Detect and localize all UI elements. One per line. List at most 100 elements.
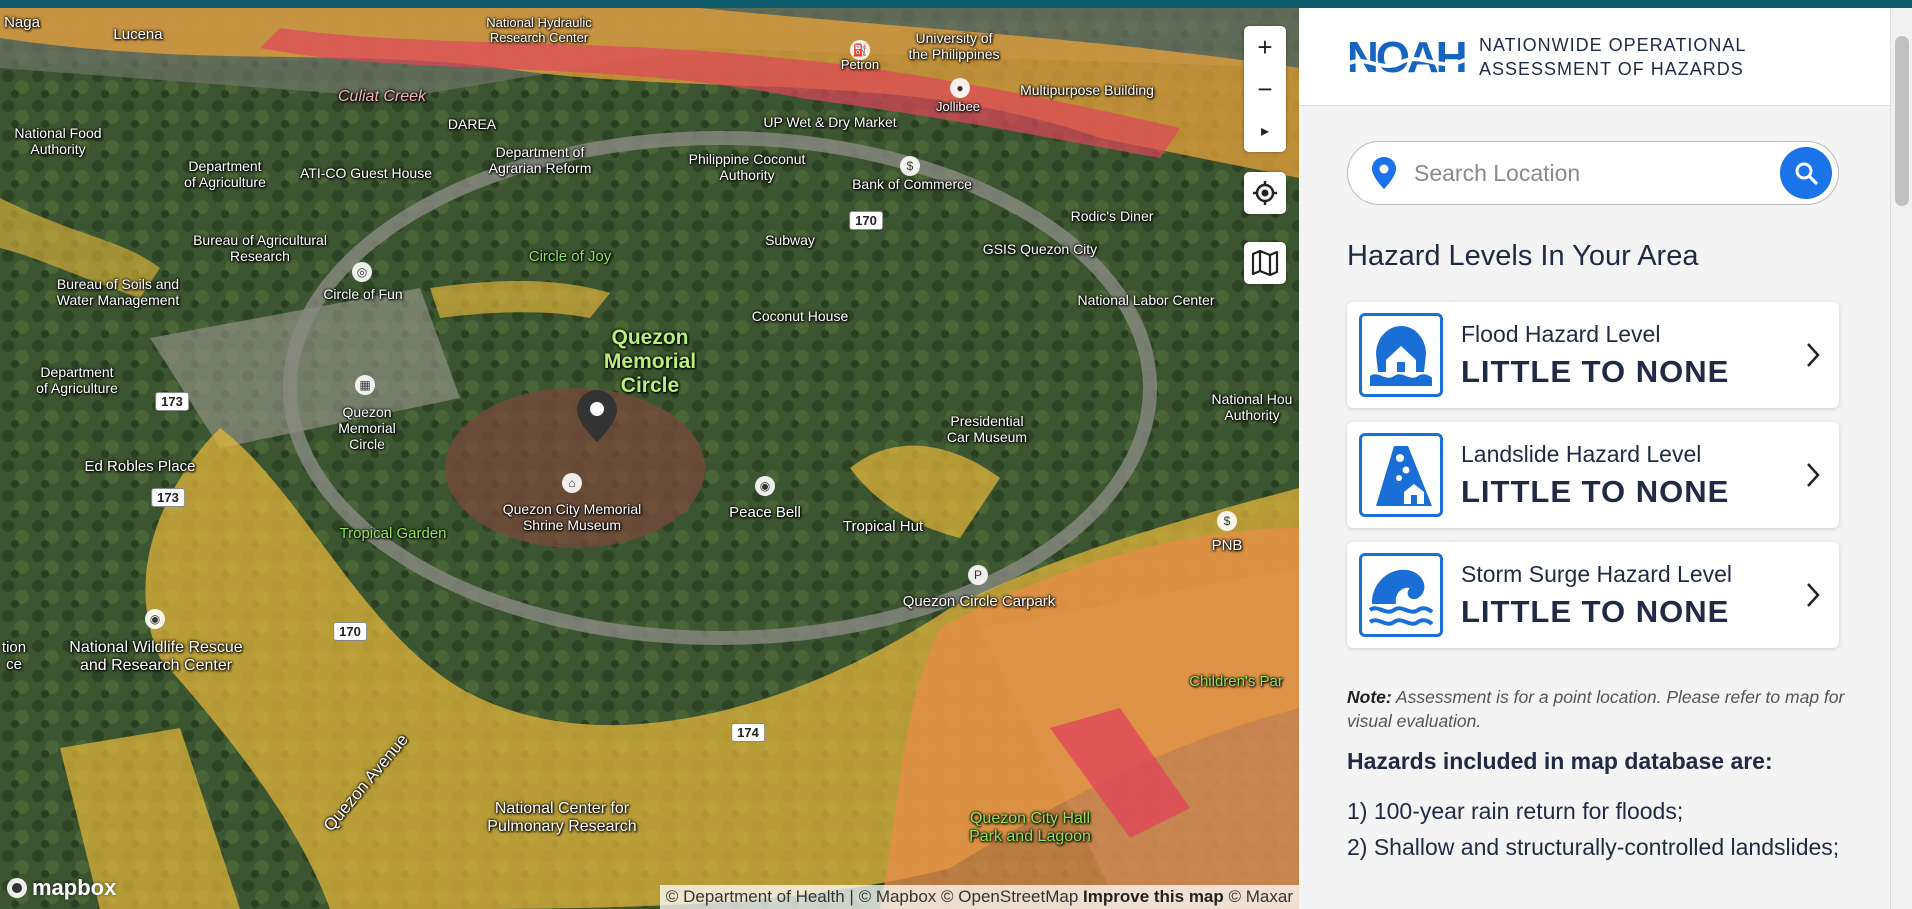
map-label: National Labor Center <box>1077 292 1215 308</box>
app-title-line2: ASSESSMENT OF HAZARDS <box>1479 58 1744 79</box>
basemap-button[interactable] <box>1244 242 1286 284</box>
noah-logo[interactable]: NOAH <box>1347 34 1465 80</box>
fuel-icon: ⛽ <box>850 40 870 60</box>
bank-icon: $ <box>1217 511 1237 531</box>
hazards-database-title: Hazards included in map database are: <box>1347 748 1773 774</box>
map-label: National Wildlife Rescue and Research Ce… <box>69 639 243 675</box>
camera-icon: ◉ <box>145 609 165 629</box>
map-label: National Hou Authority <box>1211 391 1293 424</box>
map-icon <box>1251 250 1279 276</box>
top-accent-bar <box>0 0 1912 8</box>
list-item: 1) 100-year rain return for floods; <box>1347 798 1684 824</box>
storm-surge-icon <box>1359 553 1443 637</box>
note-label: Note: <box>1347 687 1392 707</box>
compass-button[interactable]: ▸ <box>1244 110 1286 152</box>
map-label: Bureau of Soils and Water Management <box>56 276 180 309</box>
crosshair-icon <box>1253 181 1277 205</box>
map-label: Ed Robles Place <box>84 458 196 475</box>
road-shield: 174 <box>731 723 765 742</box>
bank-icon: $ <box>900 156 920 176</box>
hazard-map[interactable]: Naga Lucena National Hydraulic Research … <box>0 8 1299 909</box>
app-title: NATIONWIDE OPERATIONAL ASSESSMENT OF HAZ… <box>1479 33 1746 81</box>
map-attribution: © Department of Health | © Mapbox © Open… <box>659 885 1299 909</box>
landslide-hazard-card[interactable]: Landslide Hazard Level LITTLE TO NONE <box>1347 422 1839 528</box>
mapbox-logo[interactable]: mapbox <box>6 875 116 901</box>
road-shield: 173 <box>151 488 185 507</box>
flood-hazard-card[interactable]: Flood Hazard Level LITTLE TO NONE <box>1347 302 1839 408</box>
map-label: Department of Agriculture <box>184 158 266 191</box>
chevron-right-icon <box>1807 343 1820 367</box>
assessment-note: Note: Assessment is for a point location… <box>1347 685 1847 733</box>
map-label: Subway <box>765 232 815 248</box>
road-shield: 170 <box>333 622 367 641</box>
hazard-name: Storm Surge Hazard Level <box>1461 560 1733 587</box>
attribution-maxar[interactable]: © Maxar <box>1224 887 1294 906</box>
map-label: University of the Philippines <box>908 30 1000 63</box>
museum-icon: ⌂ <box>562 473 582 493</box>
search-icon <box>1795 162 1818 185</box>
zoom-controls: + − ▸ <box>1244 26 1286 152</box>
hazard-name: Landslide Hazard Level <box>1461 440 1702 467</box>
landmark-icon: ◎ <box>352 262 372 282</box>
map-label: Circle of Joy <box>528 248 612 265</box>
map-label: tion ce <box>1 639 27 674</box>
flood-icon <box>1359 313 1443 397</box>
map-label: Quezon City Memorial Shrine Museum <box>502 501 642 534</box>
location-marker-icon[interactable] <box>577 390 617 442</box>
train-icon: ▦ <box>355 375 375 395</box>
map-label: Bank of Commerce <box>852 176 972 192</box>
map-label: Tropical Hut <box>842 518 924 535</box>
search-bar: Search Location <box>1347 141 1839 205</box>
map-label: Philippine Coconut Authority <box>688 151 806 184</box>
map-label: Multipurpose Building <box>1020 82 1154 98</box>
list-item: 2) Shallow and structurally-controlled l… <box>1347 834 1840 860</box>
search-input[interactable]: Search Location <box>1414 160 1780 187</box>
map-label: Quezon Circle Carpark <box>902 593 1056 610</box>
hazard-name: Flood Hazard Level <box>1461 320 1661 347</box>
map-label: ATI-CO Guest House <box>299 165 433 181</box>
side-panel: NOAH NATIONWIDE OPERATIONAL ASSESSMENT O… <box>1299 8 1912 909</box>
road-shield: 170 <box>849 211 883 230</box>
chevron-right-icon <box>1807 463 1820 487</box>
hazards-database-list: 1) 100-year rain return for floods; 2) S… <box>1347 793 1847 865</box>
map-label: Naga <box>4 14 40 31</box>
map-label: Circle of Fun <box>323 286 403 302</box>
panel-scrollbar[interactable] <box>1890 8 1912 909</box>
map-label: DAREA <box>447 116 497 132</box>
hazard-levels-heading: Hazard Levels In Your Area <box>1347 240 1699 272</box>
zoom-out-button[interactable]: − <box>1244 68 1286 110</box>
attribution-text[interactable]: © Department of Health | © Mapbox © Open… <box>666 887 1083 906</box>
map-label: Department of Agriculture <box>36 364 118 397</box>
map-label: Rodic's Diner <box>1070 208 1154 224</box>
map-label: Quezon Memorial Circle <box>338 404 396 453</box>
basemap-control <box>1244 242 1286 284</box>
map-label: Culiat Creek <box>337 88 427 105</box>
geolocate-button[interactable] <box>1244 172 1286 214</box>
geolocate-control <box>1244 172 1286 214</box>
map-label: National Food Authority <box>14 125 102 158</box>
landslide-icon <box>1359 433 1443 517</box>
map-label: National Hydraulic Research Center <box>486 15 592 45</box>
map-label: Coconut House <box>751 308 849 324</box>
zoom-in-button[interactable]: + <box>1244 26 1286 68</box>
map-label: UP Wet & Dry Market <box>763 114 897 130</box>
map-label: Tropical Garden <box>339 525 447 542</box>
mapbox-icon <box>7 878 27 898</box>
storm-surge-hazard-card[interactable]: Storm Surge Hazard Level LITTLE TO NONE <box>1347 542 1839 648</box>
map-label: Jollibee <box>935 99 981 114</box>
map-label: Children's Par <box>1189 673 1283 690</box>
road-shield: 173 <box>155 392 189 411</box>
search-button[interactable] <box>1780 147 1832 199</box>
map-label: Bureau of Agricultural Research <box>193 232 327 265</box>
chevron-right-icon <box>1807 583 1820 607</box>
restaurant-icon: ● <box>950 78 970 98</box>
map-label: Lucena <box>113 26 163 43</box>
map-label: GSIS Quezon City <box>982 241 1098 257</box>
map-label: Petron <box>840 57 880 72</box>
improve-map-link[interactable]: Improve this map <box>1083 887 1224 906</box>
mapbox-logo-text: mapbox <box>32 875 117 900</box>
map-label: National Center for Pulmonary Research <box>487 800 637 836</box>
scrollbar-thumb[interactable] <box>1895 36 1909 206</box>
map-label: Presidential Car Museum <box>946 413 1028 446</box>
map-label: Peace Bell <box>729 504 801 521</box>
